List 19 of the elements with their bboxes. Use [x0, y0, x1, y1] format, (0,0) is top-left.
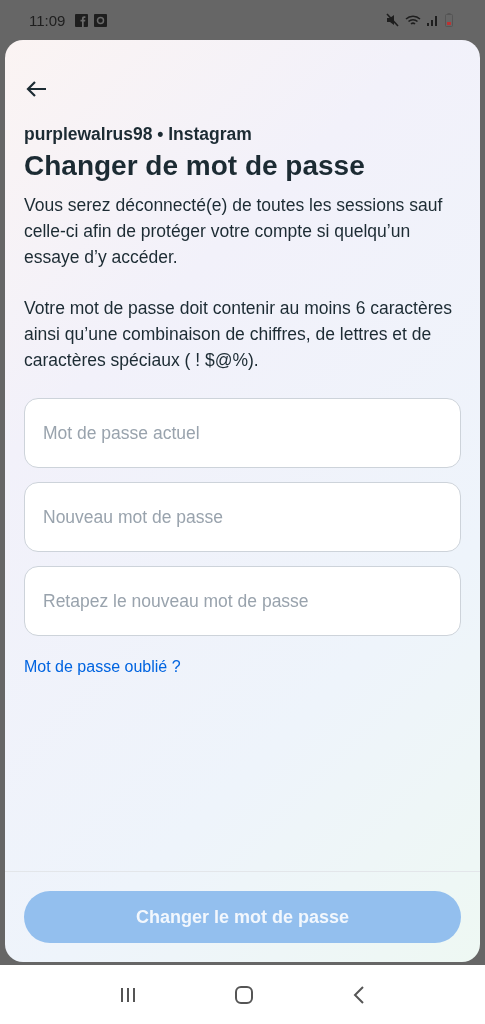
password-field[interactable]: Mot de passe actuel: [24, 398, 461, 468]
home-icon[interactable]: [234, 984, 255, 1005]
description-text: Votre mot de passe doit contenir au moins 6 caractères ainsi qu’une combinaison de chiffres, de lettres et de caractères spéciaux ( ! $@%).: [24, 297, 453, 372]
wifi-icon: [405, 13, 421, 27]
signal-icon: [427, 14, 439, 26]
status-time: 11:09: [29, 11, 66, 29]
forgot-password-link[interactable]: Mot de passe oublié ?: [24, 658, 181, 676]
password-field[interactable]: Retapez le nouveau mot de passe: [24, 566, 461, 636]
battery-icon: [445, 13, 453, 27]
app-notification-icon: [94, 13, 108, 27]
recent-apps-icon[interactable]: [118, 985, 137, 1004]
app-notification-icon: [75, 13, 89, 27]
mute-icon: [386, 13, 399, 27]
page-title: Changer de mot de passe: [24, 150, 366, 182]
account-label: purplewalrus98 • Instagram: [24, 124, 253, 145]
description-text: Vous serez déconnecté(e) de toutes les sessions sauf celle-ci afin de protéger votre compte si quelqu’un essaye d’y accéder.: [24, 194, 444, 269]
back-arrow-icon[interactable]: [25, 80, 47, 98]
password-field[interactable]: Nouveau mot de passe: [24, 482, 461, 552]
back-icon[interactable]: [352, 984, 367, 1005]
